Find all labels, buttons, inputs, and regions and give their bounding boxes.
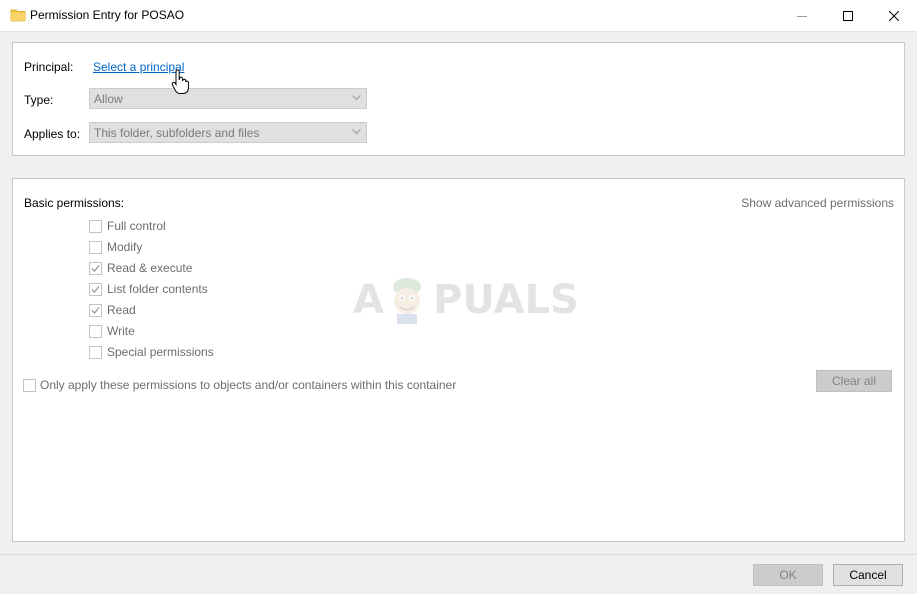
permission-label: Full control	[107, 219, 166, 233]
hand-pointer-cursor-icon	[171, 69, 189, 94]
checkmark-icon	[91, 285, 100, 293]
applies-to-select[interactable]: This folder, subfolders and files	[89, 122, 367, 143]
permission-label: Modify	[107, 240, 143, 254]
chevron-down-icon	[352, 95, 361, 101]
only-apply-label: Only apply these permissions to objects …	[40, 378, 457, 392]
minimize-button[interactable]	[779, 0, 825, 31]
permission-checkbox[interactable]	[89, 324, 102, 338]
dialog-footer: OK Cancel	[0, 554, 917, 594]
title-bar: Permission Entry for POSAO	[0, 0, 917, 32]
window-title: Permission Entry for POSAO	[30, 8, 185, 22]
applies-to-label: Applies to:	[24, 127, 81, 141]
permission-checkbox[interactable]	[89, 282, 102, 296]
watermark-logo: A PUALS	[353, 269, 579, 329]
permission-label: Read & execute	[107, 261, 193, 275]
permission-checkbox[interactable]	[89, 219, 102, 233]
permission-checkbox[interactable]	[89, 240, 102, 254]
type-select-value: Allow	[94, 92, 123, 106]
only-apply-option[interactable]: Only apply these permissions to objects …	[23, 378, 456, 392]
checkmark-icon	[91, 264, 100, 272]
mascot-icon	[393, 278, 421, 324]
permission-item[interactable]: Read	[89, 302, 136, 318]
close-button[interactable]	[871, 0, 917, 31]
permission-item[interactable]: List folder contents	[89, 281, 208, 297]
ok-button[interactable]: OK	[753, 564, 823, 586]
permission-item[interactable]: Special permissions	[89, 344, 214, 360]
clear-all-button[interactable]: Clear all	[816, 370, 892, 392]
basic-permissions-label: Basic permissions:	[24, 196, 125, 210]
show-advanced-permissions-link[interactable]: Show advanced permissions	[741, 196, 894, 210]
maximize-icon	[843, 10, 853, 21]
permission-item[interactable]: Modify	[89, 239, 142, 255]
permission-item[interactable]: Read & execute	[89, 260, 192, 276]
minimize-icon	[797, 15, 807, 17]
principal-group: Principal: Select a principal Type: Allo…	[12, 42, 905, 156]
watermark-text-right: PUALS	[433, 277, 579, 323]
applies-to-select-value: This folder, subfolders and files	[94, 126, 260, 140]
permissions-group: Basic permissions: Show advanced permiss…	[12, 178, 905, 542]
principal-label: Principal:	[24, 60, 74, 74]
checkmark-icon	[91, 306, 100, 314]
permission-checkbox[interactable]	[89, 261, 102, 275]
permission-item[interactable]: Write	[89, 323, 135, 339]
permission-label: Special permissions	[107, 345, 214, 359]
type-label: Type:	[24, 93, 54, 107]
permission-label: Read	[107, 303, 136, 317]
maximize-button[interactable]	[825, 0, 871, 31]
permission-item[interactable]: Full control	[89, 218, 166, 234]
type-select[interactable]: Allow	[89, 88, 367, 109]
only-apply-checkbox[interactable]	[23, 378, 36, 392]
watermark-text-left: A	[353, 277, 384, 323]
permission-label: List folder contents	[107, 282, 208, 296]
chevron-down-icon	[352, 129, 361, 135]
close-icon	[889, 10, 899, 21]
permission-label: Write	[107, 324, 135, 338]
cancel-button[interactable]: Cancel	[833, 564, 903, 586]
permission-checkbox[interactable]	[89, 345, 102, 359]
folder-icon	[10, 7, 26, 23]
permission-checkbox[interactable]	[89, 303, 102, 317]
